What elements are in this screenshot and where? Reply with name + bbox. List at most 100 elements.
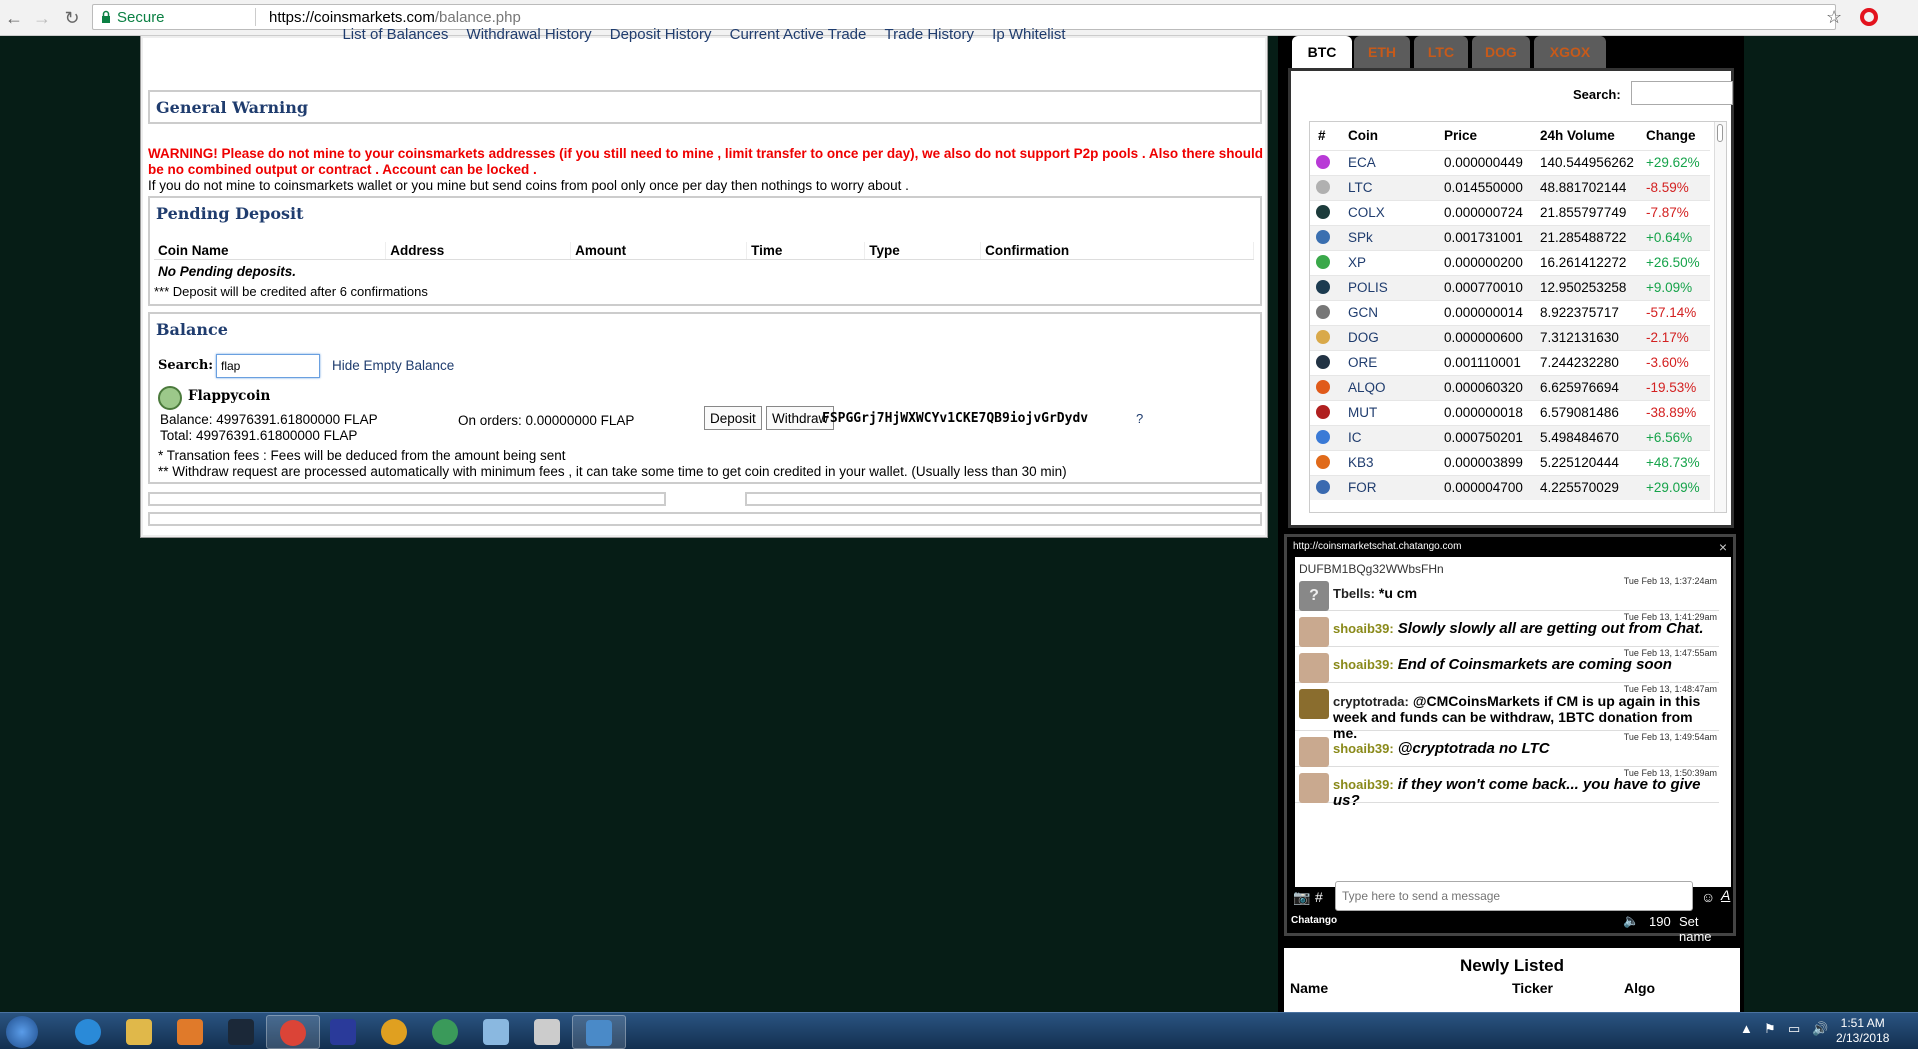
show-hidden-icons[interactable]: ▲ bbox=[1740, 1021, 1753, 1036]
chat-close-icon[interactable]: × bbox=[1719, 539, 1727, 555]
coin-ticker[interactable]: XP bbox=[1348, 255, 1366, 270]
taskbar-steam[interactable] bbox=[215, 1015, 269, 1049]
network-icon[interactable]: ▭ bbox=[1788, 1021, 1800, 1037]
row-coin-cell[interactable]: MUT bbox=[1340, 399, 1436, 425]
tab-ltc[interactable]: LTC bbox=[1414, 36, 1468, 68]
coin-ticker[interactable]: GCN bbox=[1348, 305, 1378, 320]
deposit-button[interactable]: Deposit bbox=[704, 406, 762, 430]
market-row[interactable]: ALQO 0.000060320 6.625976694 -19.53% bbox=[1310, 374, 1710, 400]
system-clock[interactable]: 1:51 AM 2/13/2018 bbox=[1836, 1016, 1889, 1046]
taskbar-internet-explorer[interactable] bbox=[62, 1015, 116, 1049]
chatango-brand[interactable]: Chatango bbox=[1291, 915, 1337, 926]
market-scroll-thumb[interactable] bbox=[1717, 124, 1723, 142]
tab-eth[interactable]: ETH bbox=[1354, 36, 1410, 68]
message-username[interactable]: shoaib39: bbox=[1333, 741, 1394, 756]
user-avatar[interactable] bbox=[1299, 689, 1329, 719]
market-search-input[interactable] bbox=[1631, 81, 1733, 105]
coin-ticker[interactable]: ECA bbox=[1348, 155, 1376, 170]
mute-icon[interactable]: 🔈 bbox=[1623, 913, 1639, 929]
market-row[interactable]: KB3 0.000003899 5.225120444 +48.73% bbox=[1310, 449, 1710, 475]
coin-ticker[interactable]: KB3 bbox=[1348, 455, 1374, 470]
market-row[interactable]: DOG 0.000000600 7.312131630 -2.17% bbox=[1310, 324, 1710, 350]
market-row[interactable]: GCN 0.000000014 8.922375717 -57.14% bbox=[1310, 299, 1710, 325]
nav-trade-history[interactable]: Trade History bbox=[885, 26, 974, 43]
message-username[interactable]: shoaib39: bbox=[1333, 777, 1394, 792]
emoji-icon[interactable]: ☺ bbox=[1701, 889, 1715, 905]
row-coin-cell[interactable]: KB3 bbox=[1340, 449, 1436, 475]
message-username[interactable]: shoaib39: bbox=[1333, 621, 1394, 636]
user-avatar[interactable] bbox=[1299, 617, 1329, 647]
coin-ticker[interactable]: DOG bbox=[1348, 330, 1379, 345]
market-row[interactable]: SPk 0.001731001 21.285488722 +0.64% bbox=[1310, 224, 1710, 250]
coin-ticker[interactable]: FOR bbox=[1348, 480, 1377, 495]
message-username[interactable]: Tbells: bbox=[1333, 586, 1375, 601]
coin-ticker[interactable]: ALQO bbox=[1348, 380, 1386, 395]
market-row[interactable]: IC 0.000750201 5.498484670 +6.56% bbox=[1310, 424, 1710, 450]
market-row[interactable]: LTC 0.014550000 48.881702144 -8.59% bbox=[1310, 174, 1710, 200]
nav-list-of-balances[interactable]: List of Balances bbox=[342, 26, 448, 43]
row-coin-cell[interactable]: ECA bbox=[1340, 149, 1436, 175]
row-coin-cell[interactable]: SPk bbox=[1340, 224, 1436, 250]
address-help-link[interactable]: ? bbox=[1136, 411, 1143, 426]
start-button[interactable] bbox=[6, 1016, 38, 1048]
bookmark-star-icon[interactable]: ☆ bbox=[1826, 7, 1842, 28]
reload-icon[interactable]: ↻ bbox=[60, 6, 84, 30]
opera-icon[interactable] bbox=[1860, 8, 1878, 26]
tab-dog[interactable]: DOG bbox=[1472, 36, 1530, 68]
user-avatar[interactable]: ? bbox=[1299, 581, 1329, 611]
row-coin-cell[interactable]: IC bbox=[1340, 424, 1436, 450]
market-row[interactable]: ORE 0.001110001 7.244232280 -3.60% bbox=[1310, 349, 1710, 375]
hashtag-icon[interactable]: # bbox=[1315, 889, 1323, 905]
row-coin-cell[interactable]: XP bbox=[1340, 249, 1436, 275]
nav-ip-whitelist[interactable]: Ip Whitelist bbox=[992, 26, 1065, 43]
row-coin-cell[interactable]: ORE bbox=[1340, 349, 1436, 375]
set-name-button[interactable]: Set name bbox=[1679, 914, 1733, 944]
balance-search-input[interactable] bbox=[216, 354, 320, 378]
coin-ticker[interactable]: LTC bbox=[1348, 180, 1373, 195]
row-coin-cell[interactable]: DOG bbox=[1340, 324, 1436, 350]
coin-ticker[interactable]: IC bbox=[1348, 430, 1362, 445]
taskbar-wallet-app[interactable] bbox=[368, 1015, 422, 1049]
market-row[interactable]: FOR 0.000004700 4.225570029 +29.09% bbox=[1310, 474, 1710, 500]
taskbar-coinmate-app[interactable] bbox=[572, 1015, 626, 1049]
market-row[interactable]: XP 0.000000200 16.261412272 +26.50% bbox=[1310, 249, 1710, 275]
market-scrollbar[interactable] bbox=[1714, 122, 1726, 512]
message-username[interactable]: cryptotrada: bbox=[1333, 694, 1409, 709]
row-coin-cell[interactable]: FOR bbox=[1340, 474, 1436, 500]
url-text[interactable]: https://coinsmarkets.com/balance.php bbox=[269, 9, 521, 26]
taskbar-globe-app[interactable] bbox=[419, 1015, 473, 1049]
message-username[interactable]: shoaib39: bbox=[1333, 657, 1394, 672]
market-row[interactable]: POLIS 0.000770010 12.950253258 +9.09% bbox=[1310, 274, 1710, 300]
coin-ticker[interactable]: COLX bbox=[1348, 205, 1385, 220]
hide-empty-balance-link[interactable]: Hide Empty Balance bbox=[332, 358, 454, 373]
taskbar-shield-app[interactable] bbox=[317, 1015, 371, 1049]
row-coin-cell[interactable]: ALQO bbox=[1340, 374, 1436, 400]
market-row[interactable]: MUT 0.000000018 6.579081486 -38.89% bbox=[1310, 399, 1710, 425]
chat-url[interactable]: http://coinsmarketschat.chatango.com bbox=[1293, 541, 1461, 552]
coin-ticker[interactable]: SPk bbox=[1348, 230, 1373, 245]
chat-message-input[interactable] bbox=[1335, 881, 1693, 911]
taskbar-media-player[interactable] bbox=[164, 1015, 218, 1049]
volume-icon[interactable]: 🔊 bbox=[1812, 1021, 1828, 1037]
taskbar-chrome[interactable] bbox=[266, 1015, 320, 1049]
tab-xgox[interactable]: XGOX bbox=[1534, 36, 1606, 68]
market-row[interactable]: COLX 0.000000724 21.855797749 -7.87% bbox=[1310, 199, 1710, 225]
coin-ticker[interactable]: MUT bbox=[1348, 405, 1377, 420]
taskbar-file-explorer[interactable] bbox=[113, 1015, 167, 1049]
action-center-flag-icon[interactable]: ⚑ bbox=[1764, 1021, 1776, 1037]
nav-withdrawal-history[interactable]: Withdrawal History bbox=[467, 26, 592, 43]
user-avatar[interactable] bbox=[1299, 737, 1329, 767]
font-style-icon[interactable]: A bbox=[1721, 887, 1730, 903]
coin-ticker[interactable]: POLIS bbox=[1348, 280, 1388, 295]
nav-deposit-history[interactable]: Deposit History bbox=[610, 26, 712, 43]
row-coin-cell[interactable]: LTC bbox=[1340, 174, 1436, 200]
coin-ticker[interactable]: ORE bbox=[1348, 355, 1377, 370]
tab-btc[interactable]: BTC bbox=[1292, 36, 1352, 70]
camera-icon[interactable]: 📷 bbox=[1293, 889, 1310, 906]
taskbar-calculator[interactable] bbox=[521, 1015, 575, 1049]
user-avatar[interactable] bbox=[1299, 653, 1329, 683]
taskbar-notepad[interactable] bbox=[470, 1015, 524, 1049]
forward-icon[interactable]: → bbox=[30, 6, 54, 30]
row-coin-cell[interactable]: GCN bbox=[1340, 299, 1436, 325]
back-icon[interactable]: ← bbox=[2, 6, 26, 30]
